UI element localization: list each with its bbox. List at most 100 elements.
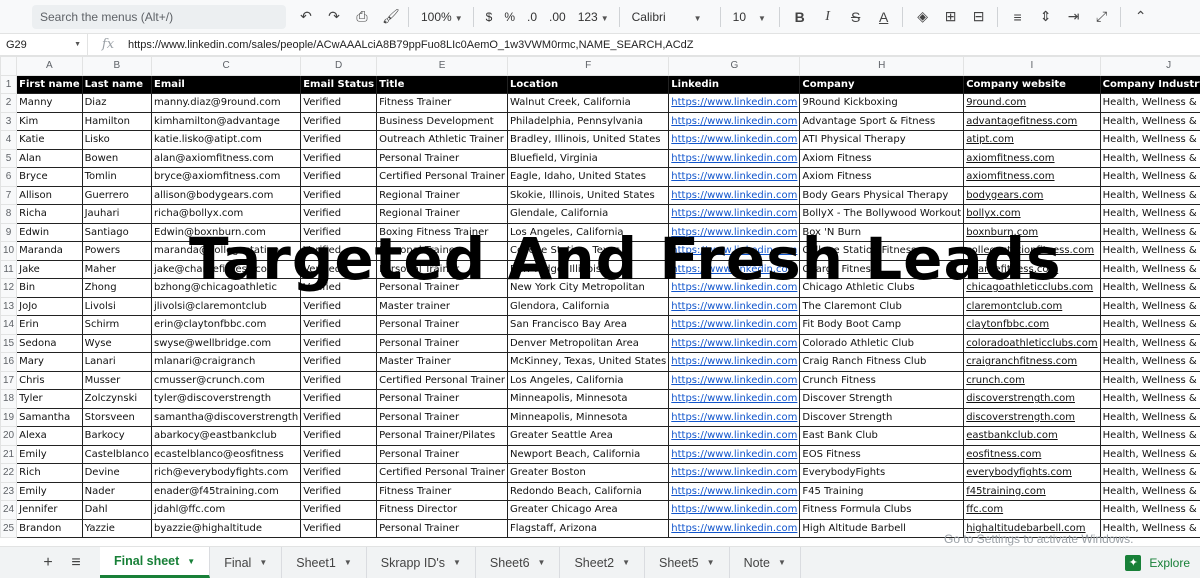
table-cell[interactable]: eosfitness.com bbox=[963, 444, 1101, 464]
table-cell[interactable]: https://www.linkedin.com bbox=[668, 111, 801, 131]
table-cell[interactable]: https://www.linkedin.com bbox=[668, 296, 801, 316]
table-cell[interactable]: Hamilton bbox=[81, 111, 153, 131]
table-cell[interactable]: Master Trainer bbox=[376, 352, 508, 372]
table-cell[interactable]: Outreach Athletic Trainer bbox=[376, 130, 508, 150]
table-cell[interactable]: Verified bbox=[300, 204, 378, 224]
table-cell[interactable]: crunch.com bbox=[963, 370, 1101, 390]
table-cell[interactable]: Maher bbox=[81, 259, 153, 279]
dropdown-caret-icon[interactable]: ▼ bbox=[622, 558, 630, 567]
table-cell[interactable]: Fitness Trainer bbox=[376, 93, 508, 113]
currency-format-button[interactable]: $ bbox=[486, 10, 493, 24]
table-cell[interactable]: Fitness Director bbox=[376, 500, 508, 520]
table-cell[interactable]: Edwin bbox=[16, 222, 83, 242]
fill-color-icon[interactable]: ◈ bbox=[915, 8, 931, 25]
table-cell[interactable]: enader@f45training.com bbox=[150, 481, 302, 501]
table-cell[interactable]: Personal Trainer bbox=[376, 315, 508, 335]
row-header[interactable]: 18 bbox=[0, 389, 18, 409]
table-cell[interactable]: Verified bbox=[300, 296, 378, 316]
table-cell[interactable]: Health, Wellness & Fitness bbox=[1099, 407, 1200, 427]
header-cell[interactable]: First name bbox=[16, 74, 83, 94]
table-cell[interactable]: JoJo bbox=[16, 296, 83, 316]
table-cell[interactable]: katie.lisko@atipt.com bbox=[150, 130, 302, 150]
vertical-align-icon[interactable]: ⇕ bbox=[1038, 8, 1054, 25]
table-cell[interactable]: https://www.linkedin.com bbox=[668, 352, 801, 372]
row-header[interactable]: 21 bbox=[0, 444, 18, 464]
sheet-tab[interactable]: Sheet6 ▼ bbox=[476, 547, 561, 578]
table-cell[interactable]: mlanari@craigranch bbox=[150, 352, 302, 372]
table-cell[interactable]: Health, Wellness & Fitness bbox=[1099, 93, 1200, 113]
row-header[interactable]: 8 bbox=[0, 204, 18, 224]
table-cell[interactable]: Health, Wellness & Fitness bbox=[1099, 500, 1200, 520]
table-cell[interactable]: Diaz bbox=[81, 93, 153, 113]
column-header[interactable]: C bbox=[150, 56, 302, 76]
table-cell[interactable]: Fitness Formula Clubs bbox=[799, 500, 965, 520]
text-color-icon[interactable]: A bbox=[876, 9, 892, 25]
table-cell[interactable]: https://www.linkedin.com bbox=[668, 204, 801, 224]
table-cell[interactable]: Verified bbox=[300, 167, 378, 187]
row-header[interactable]: 17 bbox=[0, 370, 18, 390]
table-cell[interactable]: EverybodyFights bbox=[799, 463, 965, 483]
table-cell[interactable]: Yazzie bbox=[81, 518, 153, 538]
table-cell[interactable]: https://www.linkedin.com bbox=[668, 148, 801, 168]
table-cell[interactable]: Glendora, California bbox=[506, 296, 670, 316]
table-cell[interactable]: Verified bbox=[300, 148, 378, 168]
table-cell[interactable]: byazzie@highaltitude bbox=[150, 518, 302, 538]
table-cell[interactable]: https://www.linkedin.com bbox=[668, 500, 801, 520]
table-cell[interactable]: Zolczynski bbox=[81, 389, 153, 409]
table-cell[interactable]: axiomfitness.com bbox=[963, 167, 1101, 187]
row-header[interactable]: 15 bbox=[0, 333, 18, 353]
table-cell[interactable]: Health, Wellness & Fitness bbox=[1099, 426, 1200, 446]
table-cell[interactable]: https://www.linkedin.com bbox=[668, 407, 801, 427]
row-header[interactable]: 20 bbox=[0, 426, 18, 446]
table-cell[interactable]: Health, Wellness & Fitness bbox=[1099, 111, 1200, 131]
table-cell[interactable]: claremontclub.com bbox=[963, 296, 1101, 316]
table-cell[interactable]: jdahl@ffc.com bbox=[150, 500, 302, 520]
dropdown-caret-icon[interactable]: ▼ bbox=[778, 558, 786, 567]
table-cell[interactable]: Health, Wellness & Fitness bbox=[1099, 148, 1200, 168]
table-cell[interactable]: Verified bbox=[300, 333, 378, 353]
table-cell[interactable]: The Claremont Club bbox=[799, 296, 965, 316]
table-cell[interactable]: Philadelphia, Pennsylvania bbox=[506, 111, 670, 131]
table-cell[interactable]: Rich bbox=[16, 463, 83, 483]
sheet-tab[interactable]: Sheet5 ▼ bbox=[645, 547, 730, 578]
column-header[interactable]: F bbox=[506, 56, 670, 76]
table-cell[interactable]: Minneapolis, Minnesota bbox=[506, 389, 670, 409]
font-size-select[interactable]: 10 ▼ bbox=[733, 10, 769, 24]
spreadsheet-grid[interactable]: ABCDEFGHIJKLM 1First nameLast nameEmailE… bbox=[0, 56, 1200, 546]
table-cell[interactable]: San Francisco Bay Area bbox=[506, 315, 670, 335]
table-cell[interactable]: Personal Trainer bbox=[376, 389, 508, 409]
table-cell[interactable]: Katie bbox=[16, 130, 83, 150]
table-cell[interactable]: Certified Personal Trainer bbox=[376, 167, 508, 187]
table-cell[interactable]: Master trainer bbox=[376, 296, 508, 316]
table-cell[interactable]: Health, Wellness & Fitness bbox=[1099, 444, 1200, 464]
strikethrough-icon[interactable]: S bbox=[848, 9, 864, 25]
table-cell[interactable]: Skokie, Illinois, United States bbox=[506, 185, 670, 205]
decrease-decimal-button[interactable]: .0 bbox=[527, 10, 537, 24]
table-cell[interactable]: 9round.com bbox=[963, 93, 1101, 113]
table-cell[interactable]: Powers bbox=[81, 241, 153, 261]
table-cell[interactable]: Personal Trainer bbox=[376, 518, 508, 538]
table-cell[interactable]: craigranchfitness.com bbox=[963, 352, 1101, 372]
table-cell[interactable]: Los Angeles, California bbox=[506, 370, 670, 390]
sheet-tab[interactable]: Final sheet ▼ bbox=[100, 547, 211, 578]
table-cell[interactable]: Health, Wellness & Fitness bbox=[1099, 481, 1200, 501]
column-header[interactable]: G bbox=[668, 56, 801, 76]
all-sheets-icon[interactable]: ≡ bbox=[62, 547, 90, 578]
table-cell[interactable]: Verified bbox=[300, 370, 378, 390]
header-cell[interactable]: Email bbox=[150, 74, 302, 94]
table-cell[interactable]: Wyse bbox=[81, 333, 153, 353]
row-header[interactable]: 16 bbox=[0, 352, 18, 372]
table-cell[interactable]: Certified Personal Trainer bbox=[376, 370, 508, 390]
text-rotation-icon[interactable]: ⤢ bbox=[1094, 8, 1110, 25]
table-cell[interactable]: atipt.com bbox=[963, 130, 1101, 150]
table-cell[interactable]: https://www.linkedin.com bbox=[668, 444, 801, 464]
table-cell[interactable]: Brandon bbox=[16, 518, 83, 538]
table-cell[interactable]: alan@axiomfitness.com bbox=[150, 148, 302, 168]
row-header[interactable]: 4 bbox=[0, 130, 18, 150]
table-cell[interactable]: East Bank Club bbox=[799, 426, 965, 446]
row-header[interactable]: 5 bbox=[0, 148, 18, 168]
table-cell[interactable]: Health, Wellness & Fitness bbox=[1099, 389, 1200, 409]
row-header[interactable]: 24 bbox=[0, 500, 18, 520]
table-cell[interactable]: Axiom Fitness bbox=[799, 167, 965, 187]
row-header[interactable]: 6 bbox=[0, 167, 18, 187]
